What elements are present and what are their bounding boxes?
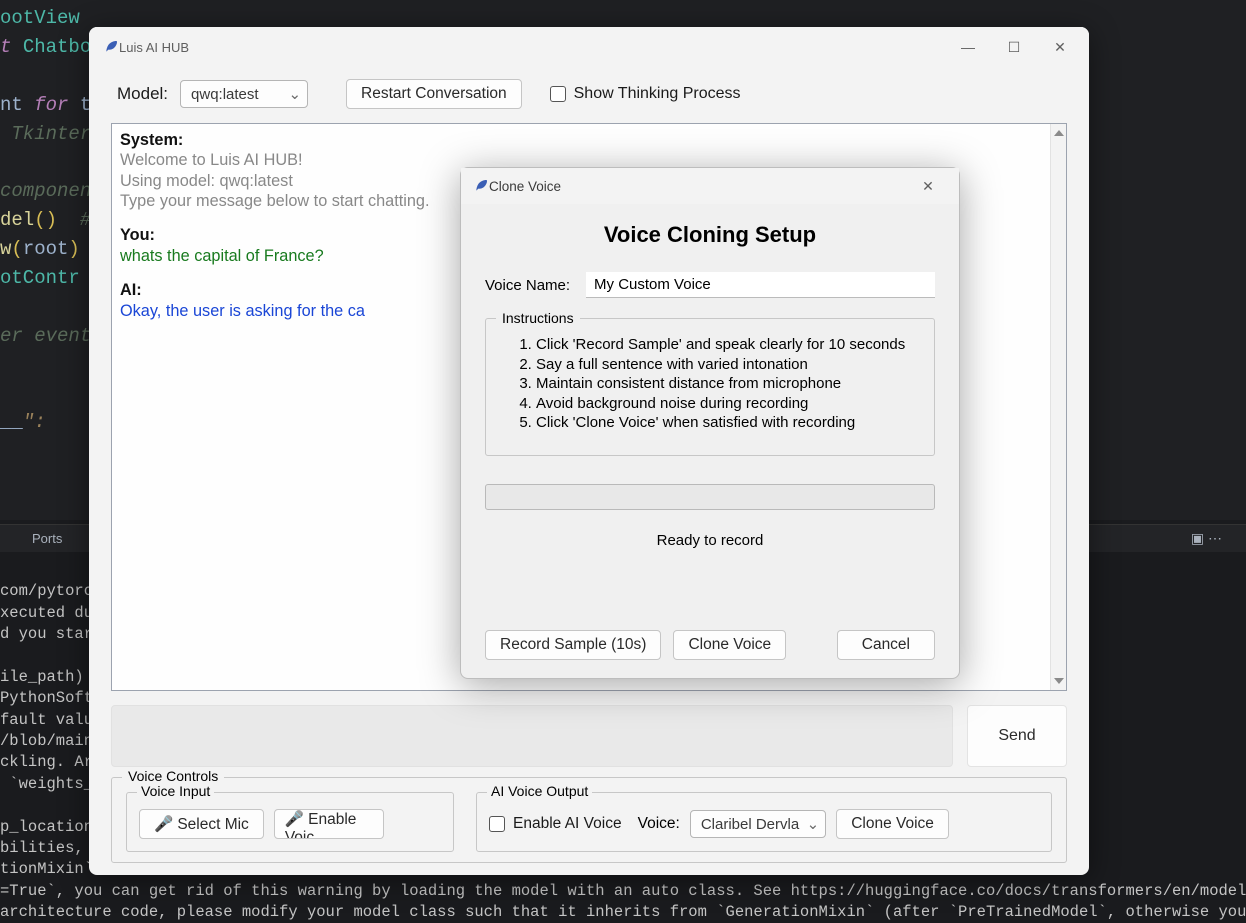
checkbox-box-icon xyxy=(489,816,505,832)
voice-output-panel: AI Voice Output Enable AI Voice Voice: C… xyxy=(476,792,1052,852)
voice-controls-panel: Voice Controls Voice Input 🎤Select Mic 🎤… xyxy=(111,777,1067,863)
clone-voice-dialog: Clone Voice ✕ Voice Cloning Setup Voice … xyxy=(460,167,960,679)
app-feather-icon xyxy=(103,39,119,55)
dialog-title: Clone Voice xyxy=(489,179,561,194)
maximize-button[interactable]: ☐ xyxy=(991,29,1037,65)
voice-select[interactable]: Claribel Dervla ⌄ xyxy=(690,810,826,838)
chevron-down-icon: ⌄ xyxy=(807,815,820,833)
select-mic-button[interactable]: 🎤Select Mic xyxy=(139,809,264,839)
close-button[interactable]: ✕ xyxy=(1037,29,1083,65)
voice-select-label: Voice: xyxy=(638,815,680,833)
show-thinking-label: Show Thinking Process xyxy=(574,85,741,103)
instruction-step: Click 'Record Sample' and speak clearly … xyxy=(536,335,912,355)
instruction-step: Click 'Clone Voice' when satisfied with … xyxy=(536,413,912,433)
dialog-heading: Voice Cloning Setup xyxy=(485,222,935,248)
terminal-panel-icon[interactable]: ▣ ⋯ xyxy=(1179,526,1234,551)
instruction-step: Maintain consistent distance from microp… xyxy=(536,374,912,394)
show-thinking-checkbox[interactable]: Show Thinking Process xyxy=(550,85,741,103)
mic-icon: 🎤 xyxy=(285,811,304,828)
instruction-step: Say a full sentence with varied intonati… xyxy=(536,355,912,375)
send-button[interactable]: Send xyxy=(967,705,1067,767)
app-feather-icon xyxy=(473,178,489,194)
voice-output-legend: AI Voice Output xyxy=(487,783,592,799)
instructions-panel: Instructions Click 'Record Sample' and s… xyxy=(485,318,935,456)
main-titlebar: Luis AI HUB — ☐ ✕ xyxy=(89,27,1089,67)
checkbox-box-icon xyxy=(550,86,566,102)
model-select[interactable]: qwq:latest ⌄ xyxy=(180,80,308,108)
scroll-up-icon xyxy=(1054,130,1064,136)
message-input[interactable] xyxy=(111,705,953,767)
voice-controls-legend: Voice Controls xyxy=(122,768,224,784)
record-sample-button[interactable]: Record Sample (10s) xyxy=(485,630,661,660)
toolbar: Model: qwq:latest ⌄ Restart Conversation… xyxy=(89,67,1089,123)
restart-conversation-button[interactable]: Restart Conversation xyxy=(346,79,522,109)
dialog-titlebar: Clone Voice ✕ xyxy=(461,168,959,204)
chat-system-label: System: xyxy=(120,130,1042,150)
dialog-close-button[interactable]: ✕ xyxy=(905,168,951,204)
instruction-step: Avoid background noise during recording xyxy=(536,394,912,414)
terminal-tab-ports[interactable]: Ports xyxy=(20,527,74,550)
enable-ai-voice-checkbox[interactable]: Enable AI Voice xyxy=(489,815,622,833)
chat-scrollbar[interactable] xyxy=(1050,124,1066,690)
model-label: Model: xyxy=(117,84,168,104)
voice-name-input[interactable] xyxy=(586,272,935,298)
minimize-button[interactable]: — xyxy=(945,29,991,65)
recording-status: Ready to record xyxy=(485,532,935,549)
model-select-value: qwq:latest xyxy=(191,86,259,103)
enable-voice-button[interactable]: 🎤Enable Voic xyxy=(274,809,384,839)
dialog-clone-voice-button[interactable]: Clone Voice xyxy=(673,630,786,660)
main-window-title: Luis AI HUB xyxy=(119,40,189,55)
recording-progress-bar xyxy=(485,484,935,510)
mic-icon: 🎤 xyxy=(154,816,173,833)
voice-input-legend: Voice Input xyxy=(137,783,214,799)
clone-voice-button[interactable]: Clone Voice xyxy=(836,809,949,839)
voice-select-value: Claribel Dervla xyxy=(701,816,799,833)
instructions-legend: Instructions xyxy=(496,309,580,327)
message-input-row: Send xyxy=(111,705,1067,767)
chevron-down-icon: ⌄ xyxy=(288,85,301,103)
cancel-button[interactable]: Cancel xyxy=(837,630,935,660)
scroll-down-icon xyxy=(1054,678,1064,684)
voice-input-panel: Voice Input 🎤Select Mic 🎤Enable Voic xyxy=(126,792,454,852)
voice-name-label: Voice Name: xyxy=(485,277,570,294)
